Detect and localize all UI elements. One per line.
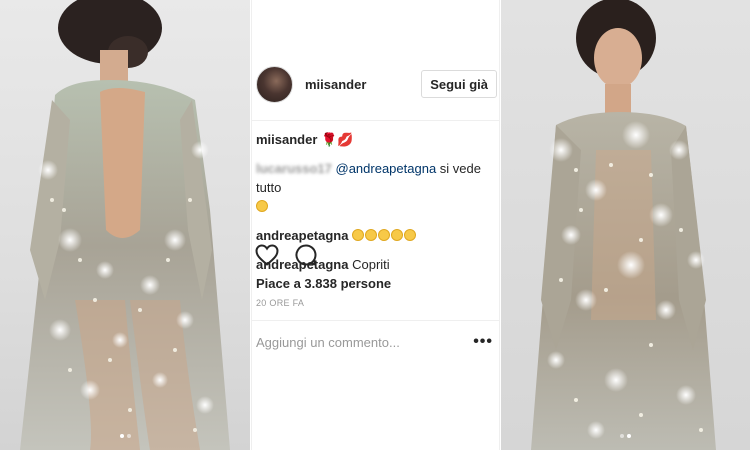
smiley-emoji-icon <box>391 229 404 241</box>
header-username[interactable]: miisander <box>305 77 421 92</box>
carousel-dot <box>627 434 631 438</box>
post-actions <box>254 243 318 267</box>
smiley-emoji-icon <box>378 229 391 241</box>
speech-bubble-icon[interactable] <box>294 243 318 267</box>
likes-count[interactable]: Piace a 3.838 persone <box>256 276 391 291</box>
smiley-emoji-icon <box>256 200 268 212</box>
smiley-emoji-icon <box>404 229 417 241</box>
comment-username-blurred[interactable]: lucarusso17 <box>256 161 332 176</box>
instagram-post-panel: miisander Segui già miisander 🌹💋 lucarus… <box>251 0 500 450</box>
avatar[interactable] <box>256 65 293 103</box>
divider <box>252 320 499 321</box>
post-timestamp: 20 ORE FA <box>256 298 305 308</box>
carousel-dot <box>119 434 124 438</box>
dress-back-illustration <box>20 0 230 450</box>
carousel-dot <box>126 434 131 438</box>
caption-username[interactable]: miisander <box>256 132 317 147</box>
comment-item: lucarusso17 @andreapetagna si vede tutto <box>256 159 493 216</box>
post-photo-front-view[interactable] <box>501 0 750 450</box>
more-options-icon[interactable]: ••• <box>473 333 493 351</box>
smiley-emoji-icon <box>352 229 365 241</box>
heart-icon[interactable] <box>254 243 280 267</box>
post-header: miisander Segui già <box>252 60 499 108</box>
carousel-dot <box>620 434 624 438</box>
following-button[interactable]: Segui già <box>421 70 497 98</box>
caption-text: 🌹💋 <box>321 132 354 147</box>
smiley-emoji-icon <box>365 229 378 241</box>
add-comment-input[interactable] <box>256 334 474 350</box>
post-photo-back-view[interactable] <box>0 0 250 450</box>
divider <box>252 120 499 121</box>
caption: miisander 🌹💋 <box>256 130 493 149</box>
comment-username[interactable]: andreapetagna <box>256 228 348 243</box>
comment-text: Copriti <box>348 257 390 272</box>
carousel-indicator <box>501 425 750 443</box>
comment-mention[interactable]: @andreapetagna <box>336 161 437 176</box>
add-comment-row: ••• <box>252 326 499 358</box>
carousel-indicator <box>0 425 250 443</box>
dress-front-illustration <box>531 0 716 450</box>
